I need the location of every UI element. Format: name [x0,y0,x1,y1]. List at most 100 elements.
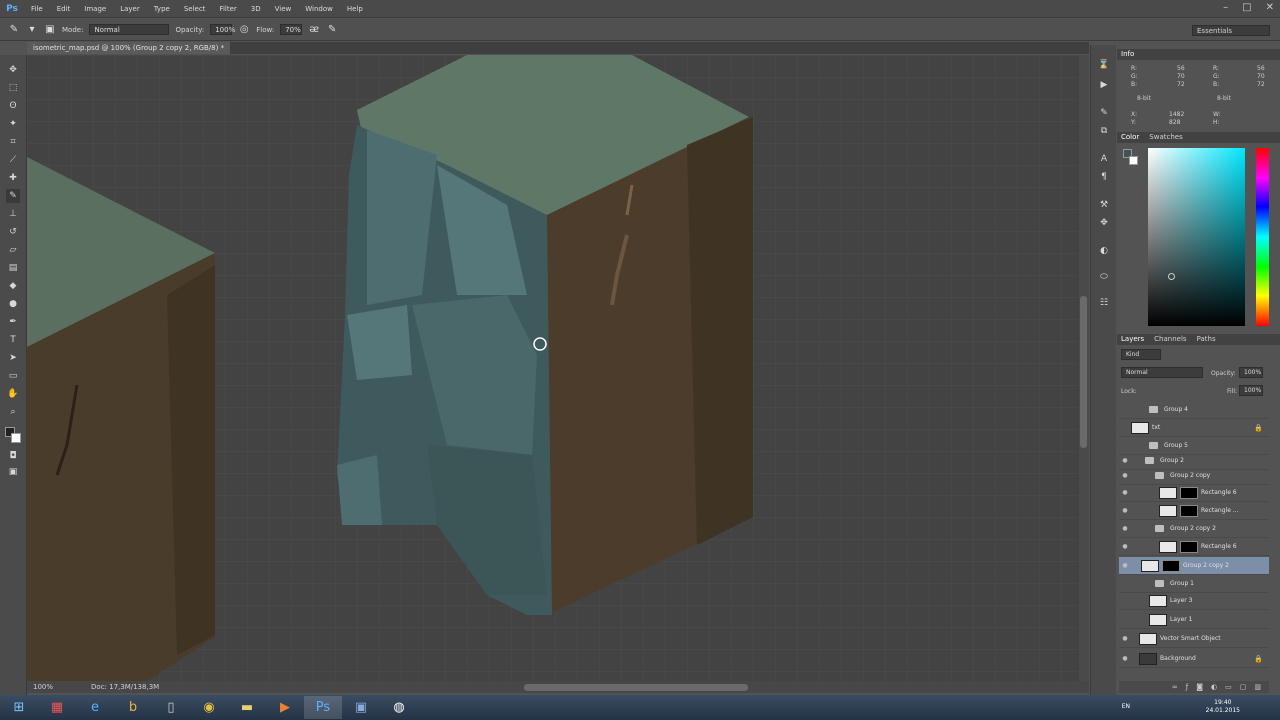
flow-field[interactable]: 70% [280,24,303,35]
paragraph-icon[interactable]: ¶ [1098,171,1110,183]
menu-3d[interactable]: 3D [244,5,268,13]
layer-row[interactable]: ● Background 🔒 [1119,650,1269,668]
layer-blend-mode[interactable]: Normal [1121,367,1203,378]
document-canvas[interactable] [27,55,1079,681]
character-icon[interactable]: A [1098,153,1110,165]
layer-row[interactable]: txt 🔒 [1119,419,1269,437]
tab-info[interactable]: Info [1121,49,1134,60]
opacity-field[interactable]: 100% [210,24,235,35]
tab-swatches[interactable]: Swatches [1149,132,1182,143]
airbrush-icon[interactable]: ᴂ [308,24,320,36]
clone-source-icon[interactable]: ⧉ [1098,125,1110,137]
eyedropper-tool-icon[interactable]: ⟋ [6,153,20,167]
new-layer-icon[interactable]: ▢ [1240,681,1247,693]
visibility-icon[interactable]: ● [1119,543,1131,550]
new-group-icon[interactable]: ▭ [1225,681,1232,693]
dodge-tool-icon[interactable]: ● [6,297,20,311]
hue-slider[interactable] [1256,148,1269,326]
healing-tool-icon[interactable]: ✚ [6,171,20,185]
stamp-tool-icon[interactable]: ⊥ [6,207,20,221]
blur-tool-icon[interactable]: ◆ [6,279,20,293]
menu-filter[interactable]: Filter [212,5,243,13]
color-background-swatch[interactable] [1129,156,1138,165]
minimize-icon[interactable]: – [1223,2,1228,13]
history-icon[interactable]: ⌛ [1098,59,1110,71]
add-mask-icon[interactable]: ◙ [1196,681,1203,693]
quick-mask-icon[interactable]: ◘ [6,449,20,463]
layer-kind-filter[interactable]: Kind [1121,349,1161,360]
vertical-scroll-thumb[interactable] [1080,296,1087,448]
layer-row[interactable]: ● Vector Smart Object [1119,630,1269,648]
menu-help[interactable]: Help [340,5,370,13]
start-button-icon[interactable]: ⊞ [0,696,38,719]
visibility-icon[interactable]: ● [1119,525,1131,532]
taskbar-app-icon[interactable]: b [114,696,152,719]
menu-layer[interactable]: Layer [113,5,147,13]
shape-tool-icon[interactable]: ▭ [6,369,20,383]
marquee-tool-icon[interactable]: ⬚ [6,81,20,95]
quick-select-tool-icon[interactable]: ✦ [6,117,20,131]
color-picker-field[interactable] [1148,148,1245,326]
menu-edit[interactable]: Edit [50,5,78,13]
tab-paths[interactable]: Paths [1197,334,1216,345]
pressure-opacity-icon[interactable]: ◎ [238,24,250,36]
hand-tool-icon[interactable]: ✋ [6,387,20,401]
lasso-tool-icon[interactable]: ʘ [6,99,20,113]
ie-icon[interactable]: e [76,696,114,719]
layer-row[interactable]: Group 4 [1119,401,1269,419]
taskbar-app-icon[interactable]: ▣ [342,696,380,719]
taskbar-app-icon[interactable]: ▦ [38,696,76,719]
menu-type[interactable]: Type [147,5,177,13]
taskbar-app-icon[interactable]: ▯ [152,696,190,719]
brush-preset-icon[interactable]: ▾ [26,24,38,36]
brush-panel-icon[interactable]: ✎ [1098,107,1110,119]
layer-row[interactable]: ● Rectangle ... [1119,502,1269,520]
close-icon[interactable]: ✕ [1266,2,1274,13]
layer-row[interactable]: ● Group 2 copy 2 [1119,520,1269,538]
menu-view[interactable]: View [268,5,299,13]
tab-channels[interactable]: Channels [1154,334,1186,345]
adjustment-layer-icon[interactable]: ◐ [1211,681,1217,693]
photoshop-taskbar-icon[interactable]: Ps [304,696,342,719]
media-player-icon[interactable]: ▶ [266,696,304,719]
crop-tool-icon[interactable]: ⌗ [6,135,20,149]
visibility-icon[interactable]: ● [1119,489,1131,496]
eraser-tool-icon[interactable]: ▱ [6,243,20,257]
move-tool-icon[interactable]: ✥ [6,63,20,77]
link-layers-icon[interactable]: ∞ [1172,681,1178,693]
pen-tool-icon[interactable]: ✒ [6,315,20,329]
language-indicator[interactable]: EN [1122,703,1130,710]
fill-field[interactable]: 100% [1239,385,1263,396]
brush-tool-icon[interactable]: ✎ [8,24,20,36]
background-color-swatch[interactable] [11,433,21,443]
chrome-icon[interactable]: ◉ [190,696,228,719]
layer-row[interactable]: ● Group 2 copy [1119,467,1269,485]
styles-icon[interactable]: ⬭ [1098,271,1110,283]
layer-row[interactable]: Layer 1 [1119,611,1269,629]
visibility-icon[interactable]: ● [1119,457,1131,464]
properties-icon[interactable]: ☷ [1098,297,1110,309]
menu-file[interactable]: File [24,5,50,13]
document-tab[interactable]: isometric_map.psd @ 100% (Group 2 copy 2… [27,42,231,54]
workspace-select[interactable]: Essentials [1192,25,1270,36]
path-select-icon[interactable]: ➤ [6,351,20,365]
brush-tool-icon[interactable]: ✎ [6,189,20,203]
tab-layers[interactable]: Layers [1121,334,1144,345]
menu-window[interactable]: Window [298,5,340,13]
pressure-size-icon[interactable]: ✎ [326,24,338,36]
layer-opacity-field[interactable]: 100% [1239,367,1263,378]
visibility-icon[interactable]: ● [1119,507,1131,514]
tool-presets-icon[interactable]: ⚒ [1098,199,1110,211]
menu-select[interactable]: Select [177,5,213,13]
type-tool-icon[interactable]: T [6,333,20,347]
layer-row[interactable]: ● Rectangle 6 [1119,538,1269,556]
adjustments-icon[interactable]: ◐ [1098,245,1110,257]
tab-color[interactable]: Color [1121,132,1139,143]
navigator-icon[interactable]: ✥ [1098,217,1110,229]
layer-row[interactable]: Group 1 [1119,575,1269,593]
gradient-tool-icon[interactable]: ▤ [6,261,20,275]
color-picker-marker[interactable] [1168,273,1175,280]
visibility-icon[interactable]: ● [1119,472,1131,479]
taskbar-app-icon[interactable]: ◍ [380,696,418,719]
visibility-icon[interactable]: ● [1119,562,1131,569]
